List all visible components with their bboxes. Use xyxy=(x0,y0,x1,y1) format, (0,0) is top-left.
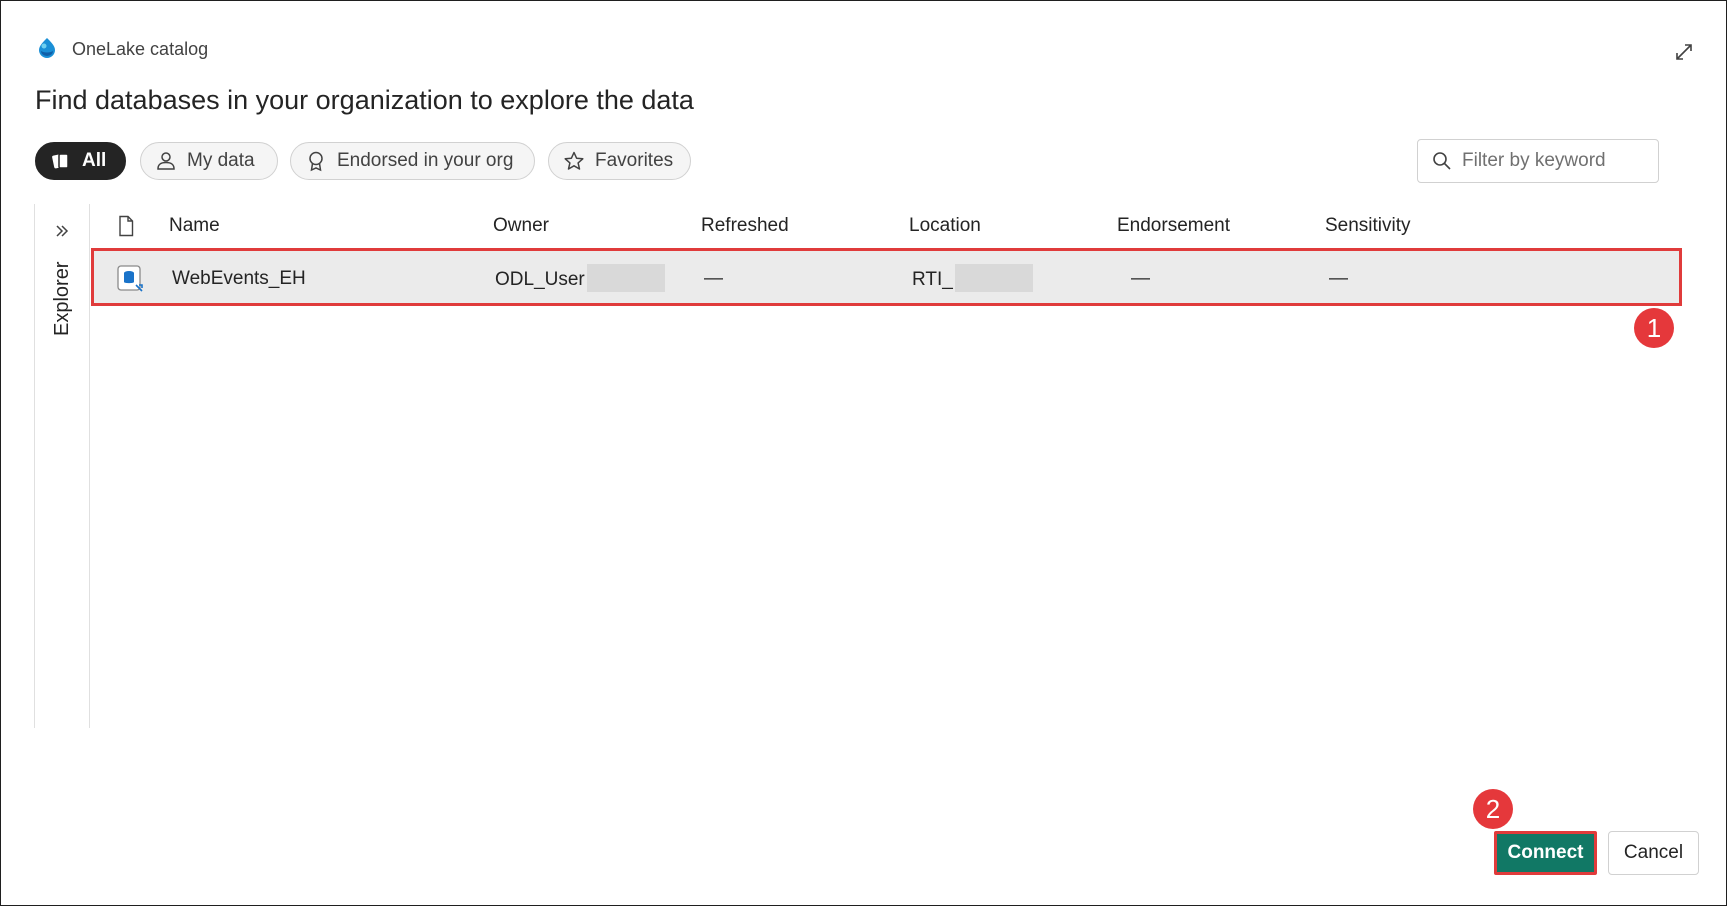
kql-database-icon xyxy=(117,265,143,292)
onelake-catalog-dialog: OneLake catalog Find databases in your o… xyxy=(0,0,1727,906)
ribbon-icon xyxy=(309,151,323,172)
redacted-block xyxy=(954,264,1033,292)
column-header-endorsement[interactable]: Endorsement xyxy=(1117,215,1230,237)
row-refreshed: — xyxy=(704,268,723,289)
onelake-logo-icon xyxy=(39,38,55,58)
row-sensitivity: — xyxy=(1329,268,1348,289)
star-icon xyxy=(564,151,584,170)
all-items-icon xyxy=(52,153,69,169)
row-owner: ODL_User xyxy=(495,264,665,292)
cancel-button[interactable]: Cancel xyxy=(1608,831,1699,875)
column-header-location[interactable]: Location xyxy=(909,215,981,237)
filter-my-data-pill[interactable]: My data xyxy=(140,142,278,180)
row-name: WebEvents_EH xyxy=(172,268,306,289)
row-owner-text: ODL_User xyxy=(495,269,585,291)
connect-button[interactable]: Connect xyxy=(1494,831,1597,875)
step-badge-2: 2 xyxy=(1473,789,1513,829)
step-badge-1: 1 xyxy=(1634,308,1674,348)
keyword-filter[interactable] xyxy=(1417,139,1659,183)
filter-endorsed-pill[interactable]: Endorsed in your org xyxy=(290,142,535,180)
column-header-owner[interactable]: Owner xyxy=(493,215,549,237)
filter-all-pill[interactable]: All xyxy=(35,142,126,180)
filter-all-label: All xyxy=(82,150,107,171)
filter-favorites-pill[interactable]: Favorites xyxy=(548,142,691,180)
explorer-pane: Explorer xyxy=(34,204,90,728)
person-icon xyxy=(157,152,175,170)
column-header-refreshed[interactable]: Refreshed xyxy=(701,215,789,237)
table-row[interactable]: WebEvents_EH ODL_User — RTI_ — — xyxy=(91,248,1682,306)
redacted-block xyxy=(586,264,665,292)
row-endorsement: — xyxy=(1131,268,1150,289)
expand-icon[interactable] xyxy=(1673,41,1695,63)
explorer-label[interactable]: Explorer xyxy=(51,252,74,336)
filter-my-data-label: My data xyxy=(187,150,255,171)
keyword-filter-input[interactable] xyxy=(1460,149,1654,173)
page-title: Find databases in your organization to e… xyxy=(35,85,694,115)
row-location: RTI_ xyxy=(912,264,1033,292)
chevron-double-right-icon[interactable] xyxy=(53,222,71,240)
search-icon xyxy=(1433,152,1451,170)
filter-endorsed-label: Endorsed in your org xyxy=(337,150,514,171)
column-header-sensitivity[interactable]: Sensitivity xyxy=(1325,215,1411,237)
filter-favorites-label: Favorites xyxy=(595,150,674,171)
file-type-icon xyxy=(119,215,134,237)
row-location-text: RTI_ xyxy=(912,269,953,291)
app-title: OneLake catalog xyxy=(72,39,209,59)
column-header-name[interactable]: Name xyxy=(169,215,220,237)
